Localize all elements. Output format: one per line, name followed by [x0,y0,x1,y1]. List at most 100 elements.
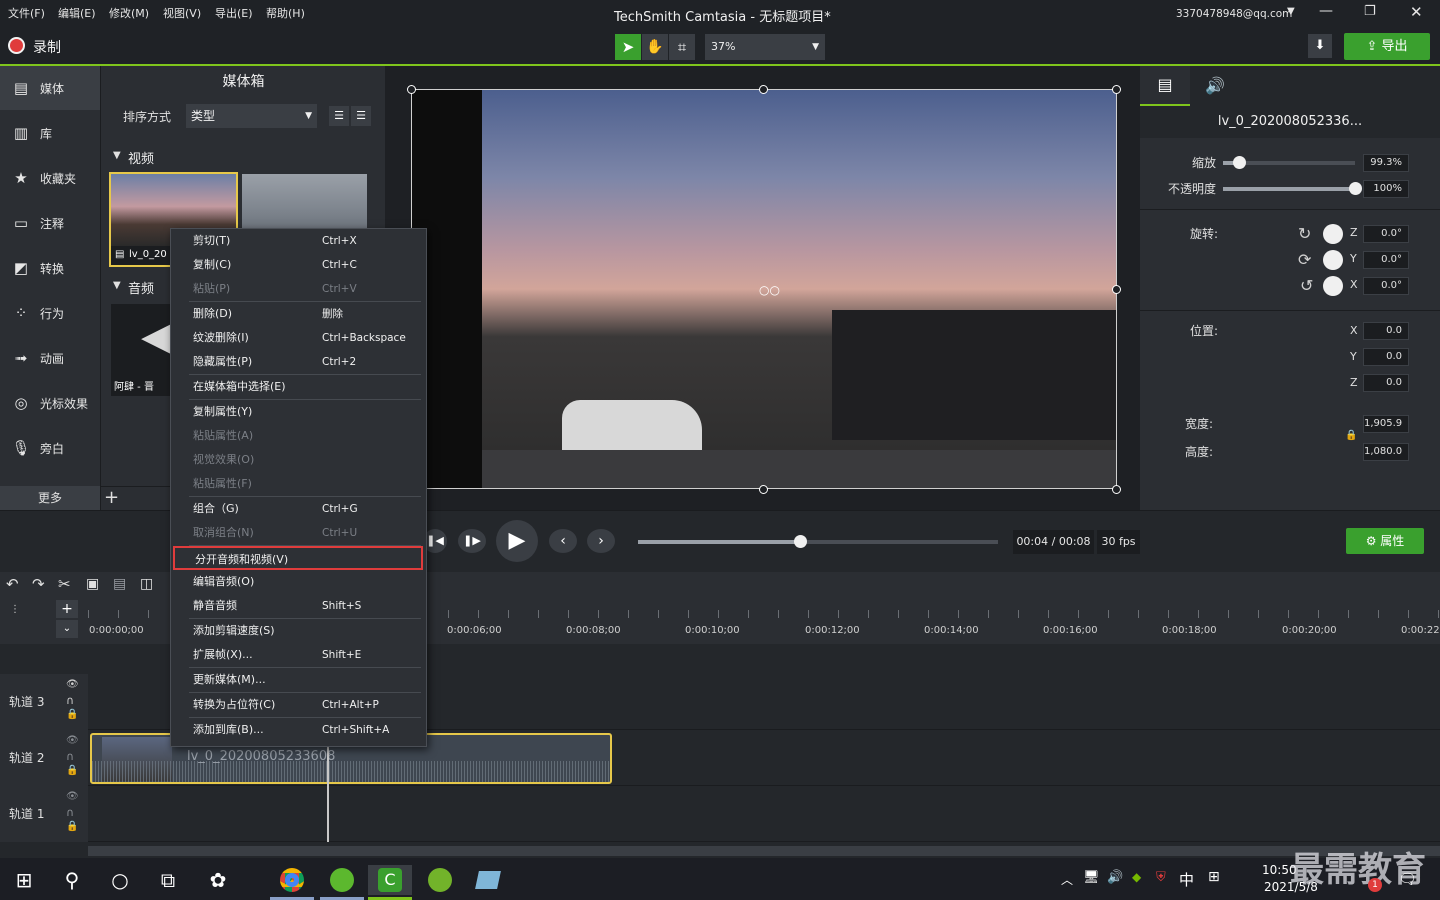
context-menu-item[interactable]: 剪切(T) Ctrl+X [171,229,426,253]
resize-handle[interactable] [1112,485,1121,494]
magnet-icon[interactable]: ∩ [66,750,74,763]
visibility-icon[interactable]: 👁 [66,679,79,690]
camtasia-app-icon[interactable]: C [368,865,412,895]
rotate-y-dial[interactable] [1323,250,1343,270]
zoom-slider-icon[interactable]: ⋮ [10,604,20,615]
tab-media[interactable]: ▤ 媒体 [0,66,100,110]
scrub-thumb[interactable] [794,535,807,548]
resize-handle[interactable] [759,485,768,494]
tray-expand-icon[interactable]: ︿ [1061,871,1073,888]
context-menu-item[interactable]: 删除(D) 删除 [171,302,426,326]
account-menu[interactable]: 3370478948@qq.com [1176,8,1292,20]
menu-help[interactable]: 帮助(H) [266,0,305,28]
resize-handle[interactable] [759,85,768,94]
cut-icon[interactable]: ✂ [58,575,71,593]
sort-ascending-icon[interactable]: ☰ [329,106,349,126]
nvidia-icon[interactable]: ◆ [1132,870,1141,884]
add-track-icon[interactable]: + [56,600,78,618]
lock-ratio-icon[interactable]: 🔒 [1345,430,1357,441]
redo-icon[interactable]: ↷ [32,575,45,593]
context-menu-item[interactable]: 在媒体箱中选择(E) [171,375,426,399]
sort-select[interactable]: 类型 ▼ [186,104,317,128]
height-value[interactable]: 1,080.0 [1363,443,1409,461]
opacity-slider-thumb[interactable] [1349,182,1362,195]
tab-cursor-effects[interactable]: ◎ 光标效果 [0,381,100,425]
pan-tool-icon[interactable]: ✋ [642,34,668,60]
position-x-value[interactable]: 0.0 [1363,322,1409,340]
context-menu-item-split-audio-video[interactable]: 分开音频和视频(V) [173,546,423,570]
task-view-icon[interactable]: ⧉ [146,865,190,895]
sort-descending-icon[interactable]: ☰ [351,106,371,126]
tab-favorites[interactable]: ★ 收藏夹 [0,156,100,200]
next-marker-icon[interactable]: › [587,529,615,553]
ime-indicator[interactable]: 中 [1179,869,1194,890]
position-z-value[interactable]: 0.0 [1363,374,1409,392]
scrub-bar[interactable] [638,540,998,544]
context-menu-item[interactable]: 复制(C) Ctrl+C [171,253,426,277]
windows-start-icon[interactable]: ⊞ [2,865,46,895]
export-button[interactable]: ⇪ 导出 [1344,33,1430,60]
lock-icon[interactable]: 🔒 [66,821,78,832]
magnet-icon[interactable]: ∩ [66,694,74,707]
properties-button[interactable]: ⚙ 属性 [1346,528,1424,554]
magnet-icon[interactable]: ∩ [66,806,74,819]
copy-icon[interactable]: ▣ [86,576,99,592]
chevron-down-icon[interactable]: ▼ [1287,6,1295,17]
rotate-z-dial[interactable] [1323,224,1343,244]
rotate-x-dial[interactable] [1323,276,1343,296]
resize-handle[interactable] [1112,85,1121,94]
chrome-icon[interactable] [270,865,314,895]
more-button[interactable]: 更多 [0,486,100,510]
position-y-value[interactable]: 0.0 [1363,348,1409,366]
caret-down-icon[interactable]: ▼ [113,280,121,291]
opacity-slider[interactable] [1223,187,1355,191]
audio-props-tab-icon[interactable]: 🔊 [1190,66,1240,106]
prev-marker-icon[interactable]: ‹ [549,529,577,553]
paste-icon[interactable]: ▤ [113,576,126,592]
rotate-y-value[interactable]: 0.0° [1363,251,1409,269]
timeline-scrollbar[interactable] [88,846,1440,856]
pinwheel-app-icon[interactable]: ✿ [196,865,240,895]
scale-slider-thumb[interactable] [1232,156,1246,169]
record-button[interactable]: 录制 [33,37,61,57]
search-icon[interactable]: ⚲ [50,865,94,895]
cortana-icon[interactable]: ○ [98,865,142,895]
tab-behaviors[interactable]: ⁘ 行为 [0,291,100,335]
tab-transitions[interactable]: ◩ 转换 [0,246,100,290]
browser-app-icon[interactable] [320,865,364,895]
visibility-icon[interactable]: 👁 [66,791,79,802]
restore-icon[interactable]: ❐ [1364,4,1376,19]
crop-tool-icon[interactable]: ⌗ [669,34,695,60]
rotate-z-value[interactable]: 0.0° [1363,225,1409,243]
download-icon[interactable]: ⬇ [1308,34,1332,58]
center-rotate-handle[interactable]: ○○ [759,284,780,296]
lock-icon[interactable]: 🔒 [66,765,78,776]
record-icon[interactable] [8,37,25,54]
action-center-icon[interactable]: 🗨 [1398,870,1417,888]
undo-icon[interactable]: ↶ [6,575,19,593]
melon-app-icon[interactable] [418,865,462,895]
close-icon[interactable]: ✕ [1410,3,1423,21]
play-icon[interactable]: ▶ [496,520,538,562]
context-menu-item[interactable]: 组合（G) Ctrl+G [171,497,426,521]
lock-icon[interactable]: 🔒 [66,709,78,720]
context-menu-item[interactable]: 纹波删除(I) Ctrl+Backspace [171,326,426,350]
ime-mode-icon[interactable]: ⊞ [1208,869,1220,885]
opacity-value[interactable]: 100% [1363,180,1409,198]
visibility-icon[interactable]: 👁 [66,735,79,746]
track-1[interactable]: 轨道 1 👁 ∩ 🔒 [0,786,1440,842]
chevron-down-icon[interactable]: ⌄ [56,620,78,638]
resize-handle[interactable] [1112,285,1121,294]
menu-file[interactable]: 文件(F) [8,0,45,28]
tab-voice-narration[interactable]: 🎙 旁白 [0,426,100,470]
context-menu-item[interactable]: 静音音频 Shift+S [171,594,426,618]
context-menu-item[interactable]: 添加剪辑速度(S) [171,619,426,643]
tab-library[interactable]: ▥ 库 [0,111,100,155]
rotate-x-value[interactable]: 0.0° [1363,277,1409,295]
context-menu-item[interactable]: 转换为占位符(C) Ctrl+Alt+P [171,693,426,717]
notes-app-icon[interactable] [466,865,510,895]
context-menu-item[interactable]: 更新媒体(M)... [171,668,426,692]
scale-value[interactable]: 99.3% [1363,154,1409,172]
resize-handle[interactable] [407,85,416,94]
context-menu-item[interactable]: 复制属性(Y) [171,400,426,424]
